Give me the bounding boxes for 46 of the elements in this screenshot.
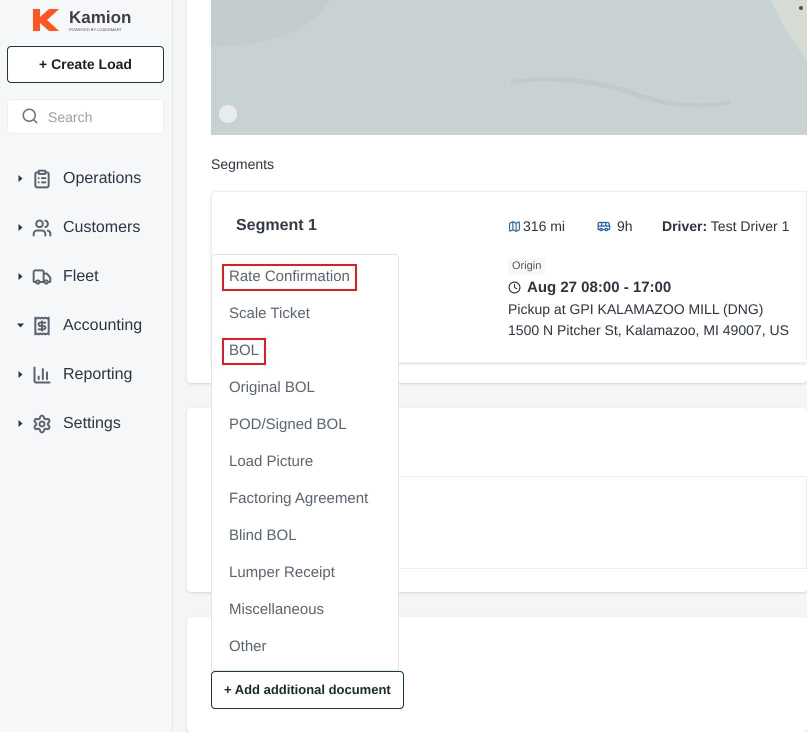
nav-label: Customers bbox=[63, 218, 140, 238]
create-load-button[interactable]: + Create Load bbox=[7, 46, 164, 83]
menu-item[interactable]: BOL bbox=[222, 338, 266, 365]
nav-item[interactable]: Reporting bbox=[7, 350, 165, 399]
settings-icon bbox=[32, 414, 52, 434]
menu-item[interactable]: Lumper Receipt bbox=[222, 560, 342, 587]
distance-text: 316 mi bbox=[523, 216, 566, 236]
clock-icon bbox=[508, 281, 521, 294]
nav-label: Operations bbox=[63, 168, 142, 188]
ledger-icon bbox=[32, 316, 52, 336]
nav-item[interactable]: Operations bbox=[7, 154, 165, 203]
duration-text: 9h bbox=[617, 216, 634, 236]
nav-label: Fleet bbox=[63, 266, 99, 286]
people-icon bbox=[32, 218, 52, 238]
address-text: 1500 N Pitcher St, Kalamazoo, MI 49007, US bbox=[508, 321, 790, 340]
add-document-button[interactable]: + Add additional document bbox=[211, 671, 404, 709]
menu-item[interactable]: Miscellaneous bbox=[222, 597, 332, 624]
segment-title: Segment 1 bbox=[236, 216, 318, 236]
nav-item[interactable]: Settings bbox=[7, 399, 165, 448]
menu-item[interactable]: Factoring Agreement bbox=[222, 486, 376, 513]
driver-text: Driver: Test Driver 1 bbox=[662, 216, 790, 236]
menu-item[interactable]: Scale Ticket bbox=[222, 301, 317, 328]
truck-icon bbox=[32, 266, 52, 286]
menu-item[interactable]: Other bbox=[222, 634, 274, 661]
menu-item[interactable]: Blind BOL bbox=[222, 523, 304, 550]
nav-label: Accounting bbox=[63, 316, 142, 336]
search-icon bbox=[21, 107, 39, 125]
nav-item[interactable]: Fleet bbox=[7, 252, 165, 301]
search-field[interactable]: Search bbox=[7, 99, 164, 134]
bar-chart-icon bbox=[32, 364, 52, 384]
nav-label: Settings bbox=[63, 414, 121, 434]
menu-item[interactable]: POD/Signed BOL bbox=[222, 412, 354, 439]
time-window: Aug 27 08:00 - 17:00 bbox=[527, 276, 672, 299]
origin-tag: Origin bbox=[508, 258, 546, 274]
segments-heading: Segments bbox=[211, 155, 276, 174]
map-icon bbox=[508, 220, 521, 232]
brand-name: Kamion bbox=[69, 8, 132, 26]
menu-item[interactable]: Rate Confirmation bbox=[222, 264, 357, 291]
bus-icon bbox=[597, 219, 611, 233]
facility-text: Pickup at GPI KALAMAZOO MILL (DNG) bbox=[508, 300, 764, 319]
clipboard-icon bbox=[32, 168, 52, 188]
nav-label: Reporting bbox=[63, 364, 132, 384]
menu-item[interactable]: Load Picture bbox=[222, 449, 320, 476]
nav-item[interactable]: Customers bbox=[7, 203, 165, 252]
menu-item[interactable]: Original BOL bbox=[222, 375, 322, 402]
nav-item[interactable]: Accounting bbox=[7, 301, 165, 350]
